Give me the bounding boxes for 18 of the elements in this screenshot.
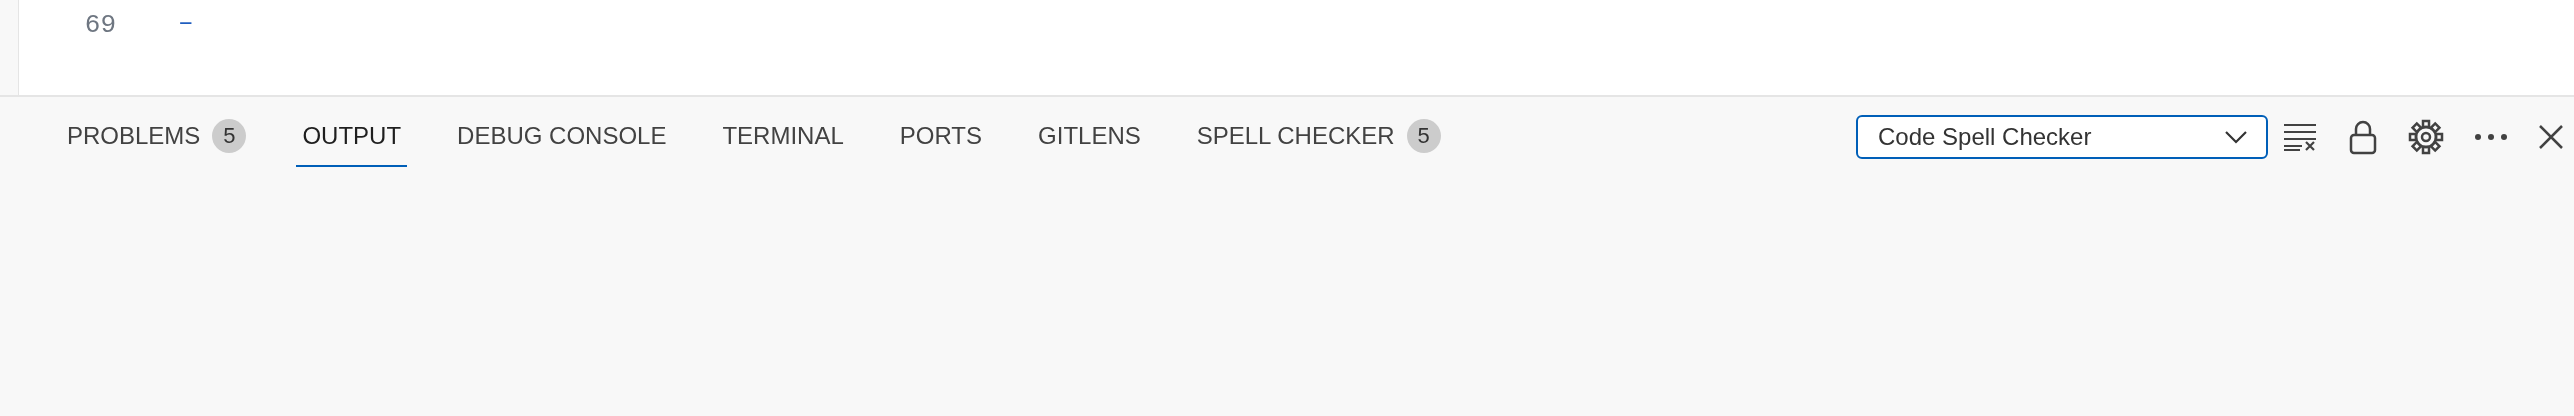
panel-tab[interactable]: SPELL CHECKER 5: [1190, 107, 1447, 167]
panel-tab[interactable]: DEBUG CONSOLE: [451, 107, 673, 167]
output-channel-dropdown[interactable]: Code Spell Checker: [1856, 115, 2268, 159]
more-icon[interactable]: [2474, 133, 2508, 141]
settings-icon[interactable]: [2408, 119, 2444, 155]
code-line: –: [178, 8, 194, 38]
count-badge: 5: [1406, 119, 1441, 153]
close-icon[interactable]: [2538, 124, 2564, 150]
chevron-down-icon: [2224, 130, 2248, 144]
lock-icon[interactable]: [2348, 119, 2378, 155]
panel-tab[interactable]: GITLENS: [1032, 107, 1147, 167]
count-badge: 5: [212, 119, 247, 153]
panel-tab[interactable]: TERMINAL: [716, 107, 850, 167]
line-number: 69: [84, 10, 116, 40]
panel-tab[interactable]: PORTS: [893, 107, 989, 167]
clear-output-icon[interactable]: [2282, 122, 2318, 152]
panel-tab[interactable]: PROBLEMS 5: [61, 107, 253, 167]
panel-tab[interactable]: OUTPUT: [296, 107, 408, 167]
